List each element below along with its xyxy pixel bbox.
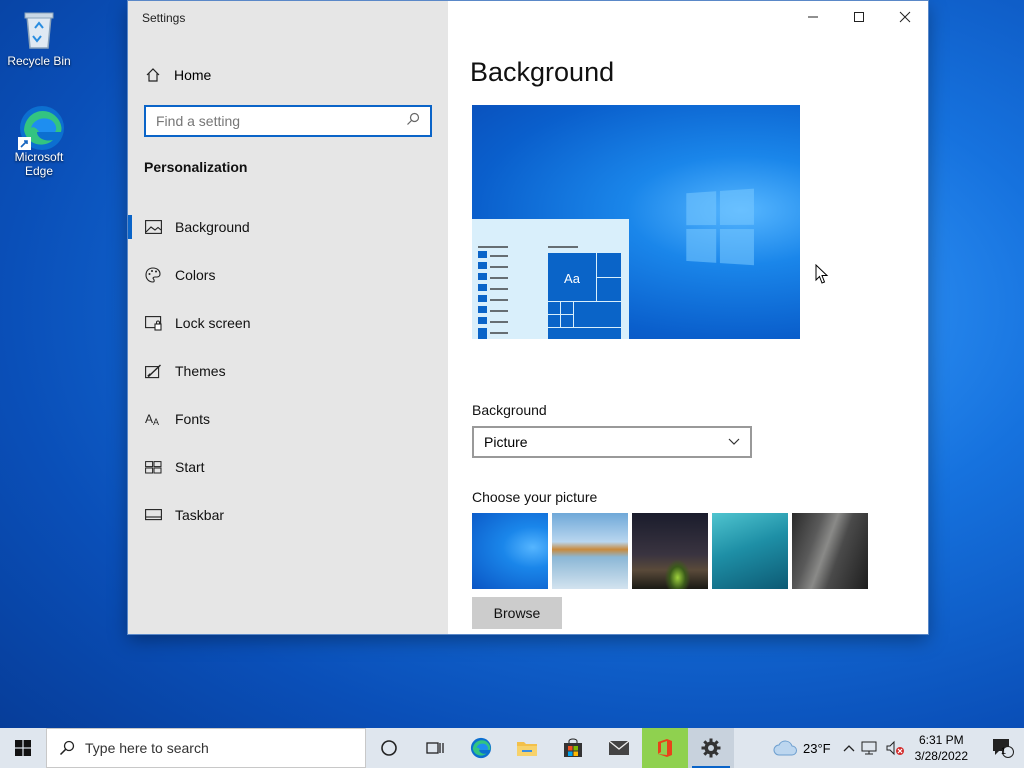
recycle-bin-icon [17, 8, 61, 52]
desktop-icon-label: Microsoft Edge [14, 150, 64, 178]
taskbar-search[interactable]: Type here to search [46, 728, 366, 768]
page-title: Background [470, 57, 615, 87]
search-icon [59, 740, 75, 756]
thumbnail-night-sky-tent[interactable] [632, 513, 708, 589]
thumbnail-beach-rocks[interactable] [552, 513, 628, 589]
tray-icons [843, 740, 905, 756]
close-icon [899, 11, 911, 23]
nav-item-label: Lock screen [175, 315, 251, 331]
maximize-button[interactable] [836, 1, 882, 33]
task-view-icon [426, 742, 444, 754]
nav-item-label: Background [175, 219, 250, 235]
windows-start-icon [15, 740, 31, 756]
nav-item-taskbar[interactable]: Taskbar [128, 491, 448, 539]
windows-logo-graphic [686, 188, 756, 268]
taskbar-file-explorer[interactable] [504, 728, 550, 768]
mouse-cursor-icon [815, 264, 829, 284]
preview-sample-text: Aa [564, 271, 580, 286]
taskbar-clock[interactable]: 6:31 PM 3/28/2022 [915, 732, 968, 764]
nav-item-fonts[interactable]: AA Fonts [128, 395, 448, 443]
thumbnail-windows-blue[interactable] [472, 513, 548, 589]
thumbnail-rock-cliff[interactable] [792, 513, 868, 589]
nav-home[interactable]: Home [144, 65, 211, 85]
task-view-button[interactable] [412, 728, 458, 768]
search-icon [406, 112, 420, 131]
taskbar-office[interactable] [642, 728, 688, 768]
section-heading: Personalization [144, 159, 248, 175]
browse-button[interactable]: Browse [472, 597, 562, 629]
background-preview: Aa [472, 105, 800, 339]
gear-icon [701, 738, 721, 758]
store-icon [564, 738, 582, 757]
chevron-up-icon[interactable] [843, 744, 855, 752]
desktop-icon-edge[interactable]: Microsoft Edge [3, 104, 75, 178]
system-tray: 23°F 6:31 PM 3/28/2022 1 [773, 728, 1024, 768]
taskbar-icon [144, 506, 162, 524]
preview-window-mockup: Aa [472, 219, 629, 339]
nav-item-background[interactable]: Background [128, 203, 448, 251]
settings-sidebar: Settings Home Personalization Background [128, 1, 448, 634]
close-button[interactable] [882, 1, 928, 33]
nav-item-lock-screen[interactable]: Lock screen [128, 299, 448, 347]
nav-home-label: Home [174, 67, 212, 83]
folder-icon [517, 742, 537, 756]
mail-icon [608, 740, 630, 755]
clock-time: 6:31 PM [918, 733, 964, 747]
themes-icon [144, 362, 162, 380]
svg-text:A: A [153, 417, 159, 426]
weather-temperature: 23°F [803, 740, 831, 756]
minimize-icon [808, 16, 818, 18]
settings-search-input[interactable] [156, 113, 406, 129]
edge-icon [17, 104, 64, 150]
edge-icon [470, 737, 492, 759]
action-center-button[interactable]: 1 [982, 728, 1024, 768]
svg-text:A: A [145, 412, 153, 426]
settings-window: Settings Home Personalization Background [128, 1, 928, 634]
nav-item-label: Start [175, 459, 205, 475]
volume-muted-icon[interactable] [885, 740, 905, 756]
nav-item-themes[interactable]: Themes [128, 347, 448, 395]
palette-icon [144, 266, 162, 284]
taskbar: Type here to search 23°F 6:31 PM 3/28/20… [0, 728, 1024, 768]
start-icon [144, 458, 162, 476]
nav-item-label: Themes [175, 363, 226, 379]
office-icon [658, 739, 672, 757]
dropdown-value: Picture [484, 434, 528, 450]
home-icon [144, 66, 162, 84]
window-title: Settings [142, 11, 186, 25]
chevron-down-icon [728, 438, 740, 445]
picture-thumbnails [472, 513, 868, 589]
start-button[interactable] [0, 728, 46, 768]
taskbar-settings[interactable] [688, 728, 734, 768]
nav-item-label: Taskbar [175, 507, 225, 523]
nav-item-label: Colors [175, 267, 216, 283]
network-icon[interactable] [861, 740, 879, 756]
lock-screen-icon [144, 314, 162, 332]
cortana-button[interactable] [366, 728, 412, 768]
thumbnail-underwater-swimmer[interactable] [712, 513, 788, 589]
minimize-button[interactable] [790, 1, 836, 33]
background-type-dropdown[interactable]: Picture [472, 426, 752, 458]
taskbar-mail[interactable] [596, 728, 642, 768]
cortana-icon [381, 740, 397, 756]
maximize-icon [854, 12, 864, 22]
nav-item-colors[interactable]: Colors [128, 251, 448, 299]
taskbar-search-placeholder: Type here to search [85, 740, 209, 756]
clock-date: 3/28/2022 [914, 749, 968, 763]
window-controls [790, 1, 928, 33]
taskbar-store[interactable] [550, 728, 596, 768]
desktop-icon-recycle-bin[interactable]: Recycle Bin [3, 8, 75, 68]
nav-item-label: Fonts [175, 411, 211, 427]
weather-widget[interactable]: 23°F [773, 740, 831, 756]
nav-list: Background Colors Lock screen Themes A A… [128, 203, 448, 539]
taskbar-edge[interactable] [458, 728, 504, 768]
cloud-icon [773, 740, 797, 756]
choose-picture-label: Choose your picture [472, 489, 598, 505]
desktop-icon-label: Recycle Bin [7, 54, 71, 68]
fonts-icon: AA [144, 410, 162, 428]
background-label: Background [472, 402, 547, 418]
picture-icon [144, 218, 162, 236]
settings-search[interactable] [144, 105, 432, 137]
nav-item-start[interactable]: Start [128, 443, 448, 491]
